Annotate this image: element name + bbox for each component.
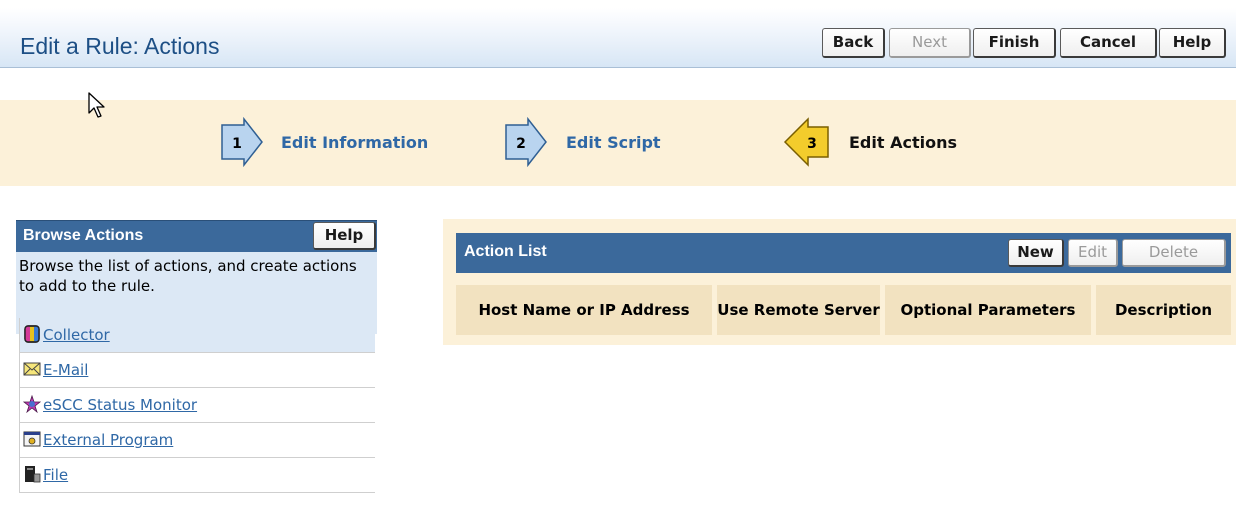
- list-item-escc-status-monitor[interactable]: eSCC Status Monitor: [19, 388, 375, 423]
- action-type-list: Collector E-Mail eSCC Status Monitor Ext…: [16, 318, 377, 518]
- list-item-label[interactable]: eSCC Status Monitor: [43, 396, 197, 414]
- list-item-label[interactable]: E-Mail: [43, 361, 88, 379]
- action-list-title: Action List: [464, 243, 547, 260]
- list-item-label[interactable]: External Program: [43, 431, 173, 449]
- list-item-email[interactable]: E-Mail: [19, 353, 375, 388]
- action-list-panel: Action List New Edit Delete Host Name or…: [443, 219, 1236, 345]
- step-3-arrow-icon: 3: [782, 117, 832, 171]
- step-2-number: 2: [516, 136, 526, 152]
- mouse-pointer-icon: [88, 92, 108, 124]
- wizard-steps: 1 Edit Information 2 Edit Script 3 Edit …: [0, 100, 1236, 186]
- next-button[interactable]: Next: [889, 28, 971, 58]
- browse-actions-panel: Browse Actions Help Browse the list of a…: [16, 220, 377, 510]
- file-icon: [23, 465, 41, 483]
- back-button[interactable]: Back: [822, 28, 885, 58]
- help-button[interactable]: Help: [1159, 28, 1226, 58]
- collector-icon: [23, 325, 41, 343]
- browse-actions-title: Browse Actions: [23, 227, 144, 244]
- column-description[interactable]: Description: [1096, 285, 1231, 335]
- delete-action-button[interactable]: Delete: [1122, 239, 1226, 267]
- list-item-label[interactable]: Collector: [43, 326, 110, 344]
- browse-actions-header: Browse Actions Help: [16, 220, 377, 252]
- column-use-remote-server[interactable]: Use Remote Server: [717, 285, 880, 335]
- step-2-label[interactable]: Edit Script: [566, 133, 661, 152]
- action-list-table-header: Host Name or IP Address Use Remote Serve…: [456, 285, 1231, 335]
- cancel-button[interactable]: Cancel: [1060, 28, 1157, 58]
- action-list-header: Action List New Edit Delete: [456, 233, 1231, 273]
- list-item-label[interactable]: File: [43, 466, 68, 484]
- column-host-name[interactable]: Host Name or IP Address: [456, 285, 712, 335]
- browse-help-button[interactable]: Help: [313, 222, 376, 250]
- new-action-button[interactable]: New: [1008, 239, 1064, 267]
- envelope-icon: [23, 360, 41, 378]
- step-1-label[interactable]: Edit Information: [281, 133, 428, 152]
- finish-button[interactable]: Finish: [973, 28, 1056, 58]
- list-item-collector[interactable]: Collector: [19, 318, 375, 353]
- step-1-number: 1: [232, 136, 242, 152]
- edit-action-button[interactable]: Edit: [1068, 239, 1118, 267]
- step-1-arrow-icon[interactable]: 1: [220, 116, 264, 171]
- program-window-icon: [23, 430, 41, 448]
- step-3-number: 3: [807, 136, 817, 152]
- step-2-arrow-icon[interactable]: 2: [504, 116, 548, 171]
- step-3-label: Edit Actions: [849, 133, 957, 152]
- status-monitor-icon: [22, 394, 42, 414]
- page-header: Edit a Rule: Actions Back Next Finish Ca…: [0, 8, 1236, 68]
- list-item-external-program[interactable]: External Program: [19, 423, 375, 458]
- column-optional-parameters[interactable]: Optional Parameters: [885, 285, 1091, 335]
- list-item-file[interactable]: File: [19, 458, 375, 493]
- page-title: Edit a Rule: Actions: [20, 33, 220, 59]
